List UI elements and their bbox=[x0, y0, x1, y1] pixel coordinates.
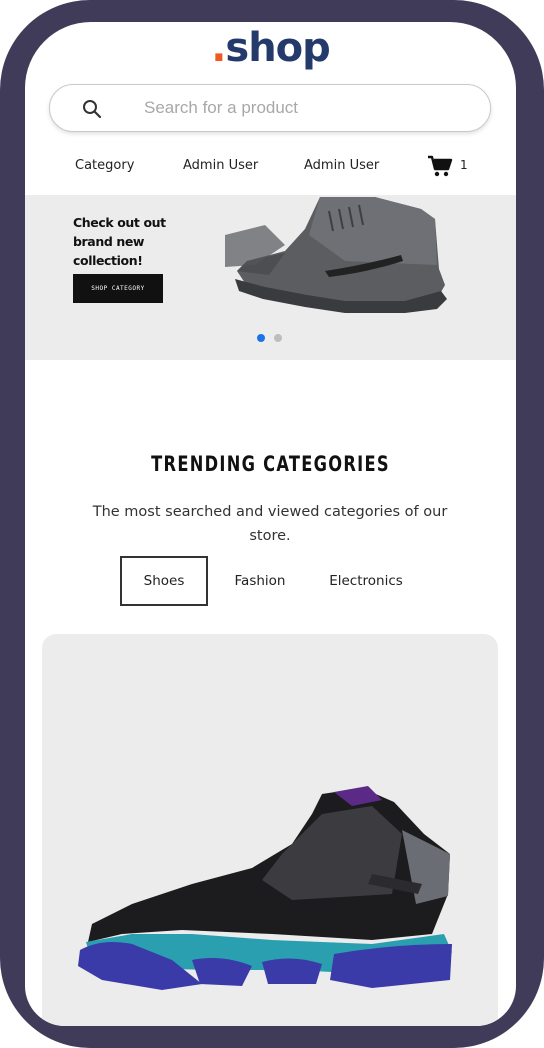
app-screen: .shop Category Admin User Admin User 1 C… bbox=[25, 22, 516, 1026]
hero-banner: Check out out brand new collection! SHOP… bbox=[25, 195, 516, 360]
logo-text: shop bbox=[225, 25, 330, 71]
trending-title: TRENDING CATEGORIES bbox=[151, 452, 390, 476]
nav-item-admin-user-2[interactable]: Admin User bbox=[304, 158, 379, 173]
category-tabs: Shoes Fashion Electronics bbox=[25, 556, 516, 606]
nav-item-category[interactable]: Category bbox=[75, 158, 134, 173]
banner-headline: Check out out brand new collection! bbox=[73, 215, 166, 268]
product-card[interactable] bbox=[42, 634, 498, 1026]
product-shoe-image bbox=[78, 786, 452, 990]
carousel-dot[interactable] bbox=[274, 334, 282, 342]
trending-subtitle: The most searched and viewed categories … bbox=[92, 504, 448, 544]
banner-shoe-image bbox=[225, 197, 447, 313]
search-icon[interactable] bbox=[82, 99, 102, 119]
device-side-button bbox=[539, 250, 544, 360]
brand-logo[interactable]: .shop bbox=[25, 22, 516, 74]
nav-item-admin-user[interactable]: Admin User bbox=[183, 158, 258, 173]
tab-shoes[interactable]: Shoes bbox=[120, 556, 208, 606]
search-input[interactable] bbox=[144, 95, 464, 121]
shop-category-button[interactable]: SHOP CATEGORY bbox=[73, 274, 163, 303]
search-bar[interactable] bbox=[49, 84, 491, 132]
cart-icon[interactable] bbox=[427, 154, 453, 178]
logo-dot: . bbox=[211, 25, 226, 71]
tab-fashion[interactable]: Fashion bbox=[223, 556, 297, 606]
top-nav: Category Admin User Admin User 1 bbox=[25, 154, 516, 180]
tab-electronics[interactable]: Electronics bbox=[320, 556, 412, 606]
cart-count: 1 bbox=[460, 158, 468, 172]
carousel-dot-active[interactable] bbox=[257, 334, 265, 342]
